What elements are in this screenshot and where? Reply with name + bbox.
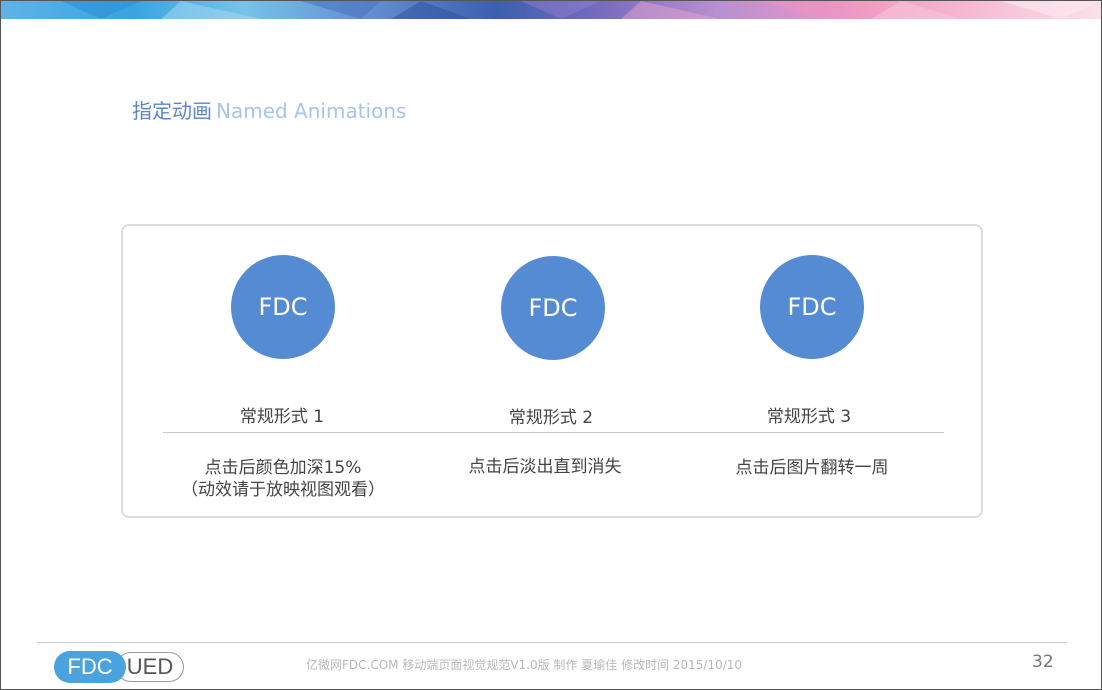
item-description-1-line2: （动效请于放映视图观看） bbox=[181, 480, 385, 500]
slide: 指定动画 Named Animations FDC 常规形式 1 点击后颜色加深1… bbox=[0, 0, 1102, 690]
circle-text: FDC bbox=[528, 294, 578, 322]
logo-fdc-text: FDC bbox=[54, 651, 126, 683]
divider-line bbox=[163, 432, 944, 433]
item-label-3: 常规形式 3 bbox=[766, 407, 852, 427]
item-description-3: 点击后图片翻转一周 bbox=[682, 457, 942, 479]
item-description-2-line1: 点击后淡出直到消失 bbox=[468, 457, 622, 477]
page-number: 32 bbox=[1032, 652, 1054, 672]
item-description-2: 点击后淡出直到消失 bbox=[415, 456, 675, 478]
page-title: 指定动画 Named Animations bbox=[132, 95, 406, 124]
circle-text: FDC bbox=[258, 293, 308, 321]
item-description-3-line1: 点击后图片翻转一周 bbox=[735, 458, 889, 478]
header-banner bbox=[1, 1, 1101, 19]
item-label-2: 常规形式 2 bbox=[508, 408, 594, 428]
fdc-circle-button-1[interactable]: FDC bbox=[231, 255, 335, 359]
item-description-1: 点击后颜色加深15% （动效请于放映视图观看） bbox=[153, 457, 413, 501]
item-label-1: 常规形式 1 bbox=[239, 407, 325, 427]
item-description-1-line1: 点击后颜色加深15% bbox=[204, 458, 362, 478]
logo-ued-text: UED bbox=[116, 652, 184, 682]
fdc-circle-button-3[interactable]: FDC bbox=[760, 255, 864, 359]
banner-facets-graphic bbox=[61, 1, 1101, 19]
page-title-zh: 指定动画 bbox=[132, 99, 212, 123]
circle-text: FDC bbox=[787, 293, 837, 321]
footer-info-text: 亿微网FDC.COM 移动端页面视觉规范V1.0版 制作 夏瑜佳 修改时间 20… bbox=[306, 658, 743, 672]
fdc-circle-button-2[interactable]: FDC bbox=[501, 256, 605, 360]
page-title-en: Named Animations bbox=[216, 99, 407, 123]
fdc-ued-logo: UED FDC bbox=[54, 651, 184, 683]
footer-divider bbox=[37, 642, 1067, 643]
